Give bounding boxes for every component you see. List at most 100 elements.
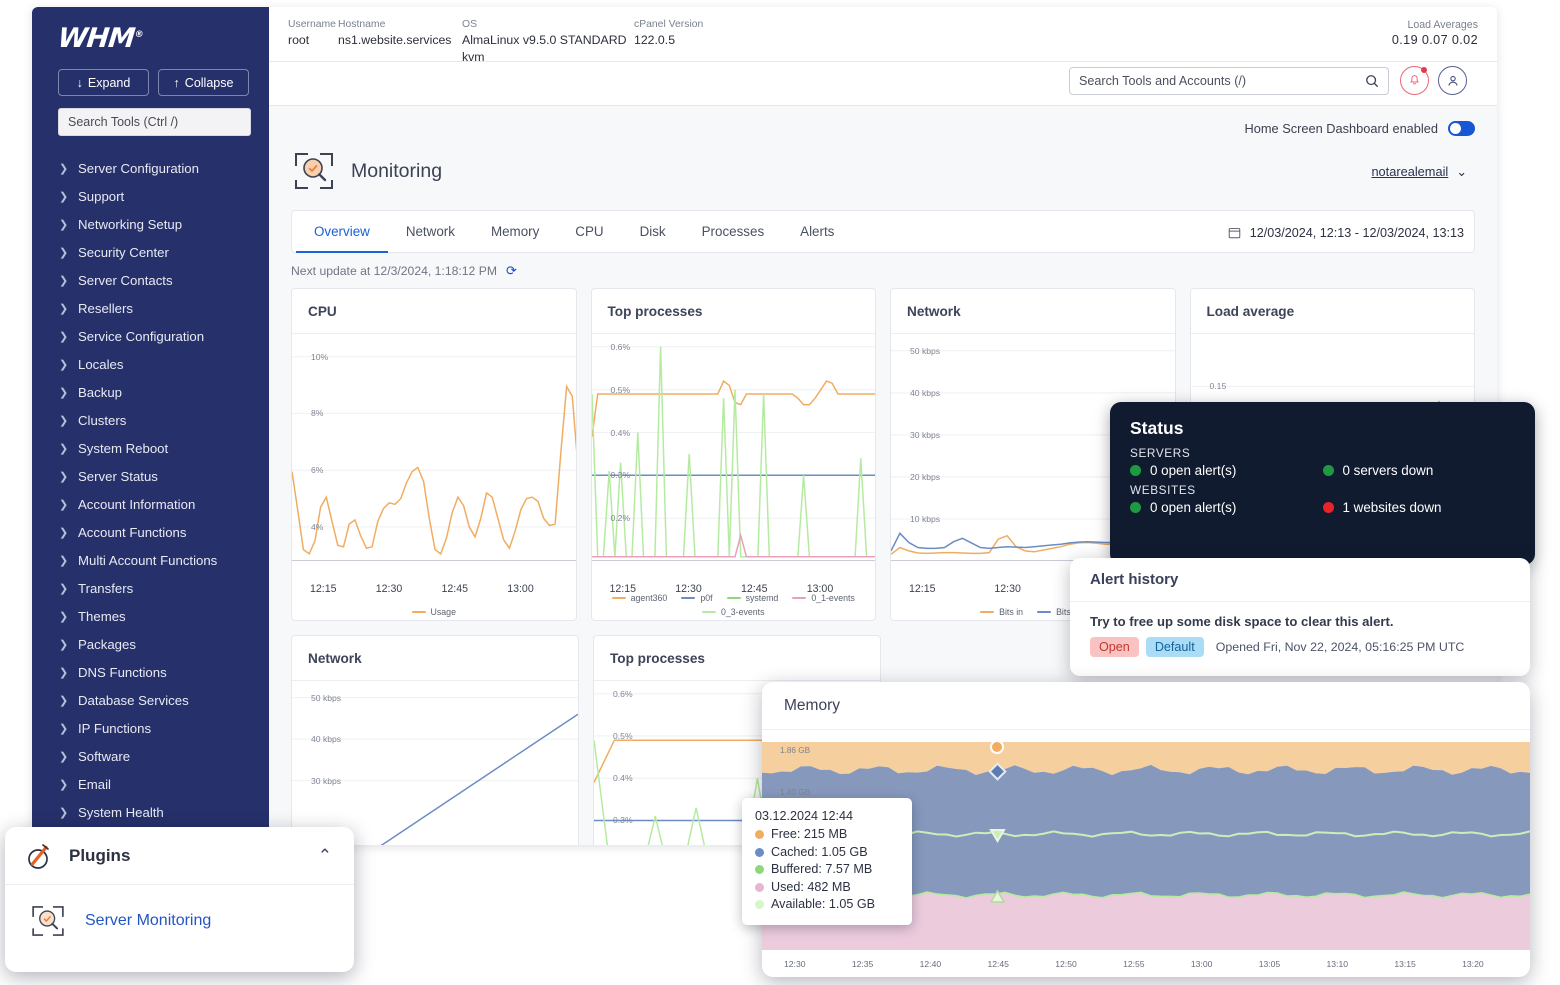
arrow-down-icon: ↓ (76, 75, 83, 90)
chevron-right-icon: ❯ (59, 582, 69, 595)
account-dropdown[interactable]: notarealemail ⌄ (1371, 164, 1467, 180)
tooltip-label: Used: 482 MB (771, 879, 851, 894)
memory-xtick: 13:05 (1258, 959, 1281, 969)
sidebar-item-networking-setup[interactable]: ❯ Networking Setup (32, 210, 269, 238)
plugin-server-monitoring-link[interactable]: Server Monitoring (85, 912, 211, 930)
notifications-button[interactable] (1400, 66, 1429, 95)
legend-item: p0f (681, 593, 713, 603)
legend-label: systemd (745, 593, 779, 603)
tooltip-timestamp: 03.12.2024 12:44 (755, 809, 854, 823)
arrow-up-icon: ↑ (173, 75, 180, 90)
alert-history-panel: Alert history Try to free up some disk s… (1070, 558, 1530, 676)
dashboard-toggle-label: Home Screen Dashboard enabled (1244, 120, 1439, 136)
sidebar-item-server-contacts[interactable]: ❯ Server Contacts (32, 266, 269, 294)
alert-severity-badge[interactable]: Default (1145, 637, 1204, 657)
chart-ytick: 40 kbps (311, 734, 342, 745)
plugins-header[interactable]: Plugins ⌃ (5, 827, 354, 885)
server-meta: Username root Hostname ns1.website.servi… (288, 18, 703, 66)
chevron-right-icon: ❯ (59, 750, 69, 763)
sidebar-item-security-center[interactable]: ❯ Security Center (32, 238, 269, 266)
marker-free (990, 740, 1004, 754)
tab-processes[interactable]: Processes (684, 210, 783, 253)
sidebar-item-server-configuration[interactable]: ❯ Server Configuration (32, 154, 269, 182)
chevron-up-icon[interactable]: ⌃ (318, 846, 332, 866)
chart-xtick: 12:30 (375, 583, 403, 595)
legend-swatch (726, 597, 741, 599)
chart-xtick: 12:45 (441, 583, 468, 595)
expand-button[interactable]: ↓ Expand (58, 69, 149, 96)
tab-overview[interactable]: Overview (296, 210, 388, 253)
tool-search-input[interactable]: Search Tools and Accounts (/) (1069, 67, 1389, 95)
chart-card-network-2: Network 30 kbps 40 kbps 50 kbps (291, 635, 579, 845)
chevron-right-icon: ❯ (59, 330, 69, 343)
account-menu-button[interactable] (1438, 66, 1467, 95)
chart-xaxis-cpu: 12:15 12:30 12:45 13:00 (292, 583, 576, 595)
meta-cpanel-version: cPanel Version 122.0.5 (634, 19, 704, 47)
user-icon (1447, 75, 1458, 86)
tooltip-row: Free: 215 MB (755, 826, 899, 844)
sidebar-item-account-information[interactable]: ❯ Account Information (32, 490, 269, 518)
chart-svg-cpu (292, 356, 576, 561)
status-dot (1130, 465, 1141, 476)
sidebar-item-themes[interactable]: ❯ Themes (32, 602, 269, 630)
tooltip-swatch (755, 830, 764, 840)
sidebar-item-backup[interactable]: ❯ Backup (32, 378, 269, 406)
alert-status-badge[interactable]: Open (1090, 637, 1139, 657)
sidebar-item-resellers[interactable]: ❯ Resellers (32, 294, 269, 322)
chevron-right-icon: ❯ (59, 414, 69, 427)
chart-plot-top-processes: 0.2% 0.3% 0.4% 0.5% 0.6% 12:15 12:30 12:45 13:00… (591, 334, 876, 620)
sidebar-item-service-configuration[interactable]: ❯ Service Configuration (32, 322, 269, 350)
sidebar-search-input[interactable]: Search Tools (Ctrl /) (58, 108, 251, 136)
series-0_1-events (591, 532, 876, 558)
tab-memory[interactable]: Memory (473, 210, 557, 253)
sidebar-item-database-services[interactable]: ❯ Database Services (32, 686, 269, 714)
sidebar-item-system-reboot[interactable]: ❯ System Reboot (32, 434, 269, 462)
chevron-right-icon: ❯ (59, 386, 69, 399)
account-name: notarealemail (1371, 164, 1449, 179)
memory-xtick: 12:50 (1055, 959, 1077, 969)
sidebar-item-label: Transfers (78, 580, 134, 596)
sidebar-item-label: System Health (78, 804, 164, 820)
sidebar-item-system-health[interactable]: ❯ System Health (32, 798, 269, 826)
tab-alerts[interactable]: Alerts (782, 210, 852, 253)
sidebar-item-locales[interactable]: ❯ Locales (32, 350, 269, 378)
sidebar-item-multi-account-functions[interactable]: ❯ Multi Account Functions (32, 546, 269, 574)
tooltip-swatch (755, 847, 764, 857)
sidebar-item-packages[interactable]: ❯ Packages (32, 630, 269, 658)
legend-swatch (681, 597, 696, 599)
sidebar-item-dns-functions[interactable]: ❯ DNS Functions (32, 658, 269, 686)
sidebar-item-ip-functions[interactable]: ❯ IP Functions (32, 714, 269, 742)
expand-collapse-row: ↓ Expand ↑ Collapse (58, 69, 269, 96)
sidebar-item-email[interactable]: ❯ Email (32, 770, 269, 798)
chart-ytick: 0.4% (613, 773, 633, 784)
meta-hostname: Hostname ns1.website.services (338, 19, 452, 47)
sidebar-item-clusters[interactable]: ❯ Clusters (32, 406, 269, 434)
sidebar-item-account-functions[interactable]: ❯ Account Functions (32, 518, 269, 546)
tab-network[interactable]: Network (388, 210, 473, 253)
sidebar-item-transfers[interactable]: ❯ Transfers (32, 574, 269, 602)
sidebar-item-support[interactable]: ❯ Support (32, 182, 269, 210)
dashboard-toggle[interactable] (1448, 120, 1475, 136)
chevron-right-icon: ❯ (59, 358, 69, 371)
tab-disk[interactable]: Disk (622, 210, 684, 253)
status-title: Status (1130, 418, 1184, 438)
calendar-icon (1228, 227, 1240, 239)
chart-ytick: 0.3% (610, 470, 631, 481)
date-range-picker[interactable]: 12/03/2024, 12:13 - 12/03/2024, 13:13 (1228, 219, 1464, 246)
sidebar-item-label: Account Functions (78, 524, 187, 540)
tooltip-row: Available: 1.05 GB (755, 896, 899, 914)
tab-cpu[interactable]: CPU (557, 210, 621, 253)
sidebar-item-label: Backup (78, 384, 122, 400)
legend-swatch (411, 611, 426, 613)
sidebar-item-server-status[interactable]: ❯ Server Status (32, 462, 269, 490)
sidebar-item-label: IP Functions (78, 720, 152, 736)
memory-title: Memory (762, 682, 1530, 730)
plugins-body: Server Monitoring (5, 885, 354, 939)
status-servers-alerts: 0 open alert(s) (1130, 463, 1323, 478)
memory-xaxis: 12:30 12:35 12:40 12:45 12:50 12:55 13:00 13:05… (762, 959, 1530, 969)
chart-xtick: 13:00 (507, 583, 534, 595)
tooltip-row: Cached: 1.05 GB (755, 844, 899, 862)
collapse-button[interactable]: ↑ Collapse (158, 69, 249, 96)
refresh-icon[interactable]: ⟳ (506, 263, 517, 279)
sidebar-item-software[interactable]: ❯ Software (32, 742, 269, 770)
